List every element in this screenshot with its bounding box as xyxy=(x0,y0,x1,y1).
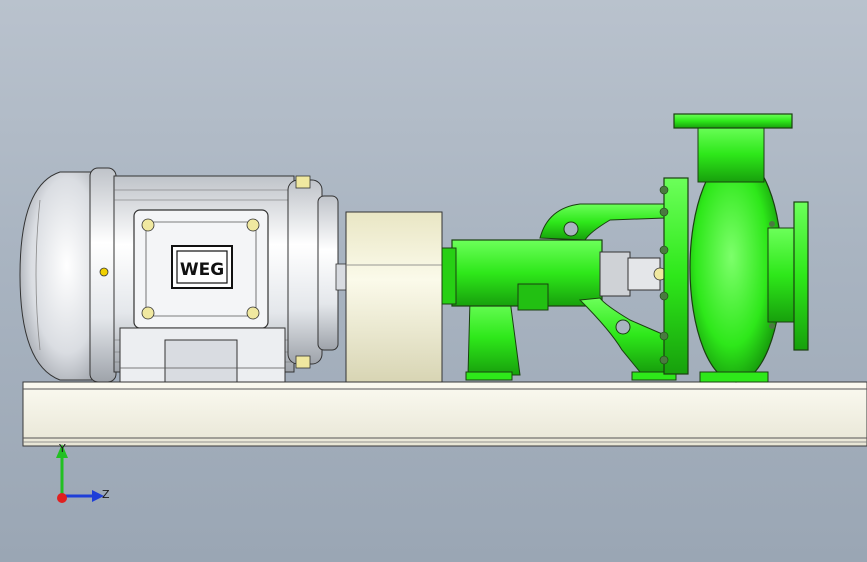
z-axis-label: Z xyxy=(102,488,110,501)
pump-bearing-frame[interactable] xyxy=(441,203,677,381)
x-axis-dot xyxy=(57,493,67,503)
electric-motor[interactable]: WEG xyxy=(19,167,349,383)
cad-graphics-viewport[interactable]: WEG Y Z xyxy=(0,0,867,562)
motor-logo: WEG xyxy=(171,245,233,289)
coupling-guard[interactable] xyxy=(345,211,443,383)
baseplate[interactable] xyxy=(22,381,867,447)
coordinate-triad-icon: Y Z xyxy=(56,442,110,503)
coordinate-triad: Y Z xyxy=(56,442,110,503)
pump-assembly-model[interactable]: WEG xyxy=(0,0,867,562)
pump-volute-casing[interactable] xyxy=(659,113,809,383)
y-axis-label: Y xyxy=(58,442,66,455)
svg-text:WEG: WEG xyxy=(180,260,224,280)
